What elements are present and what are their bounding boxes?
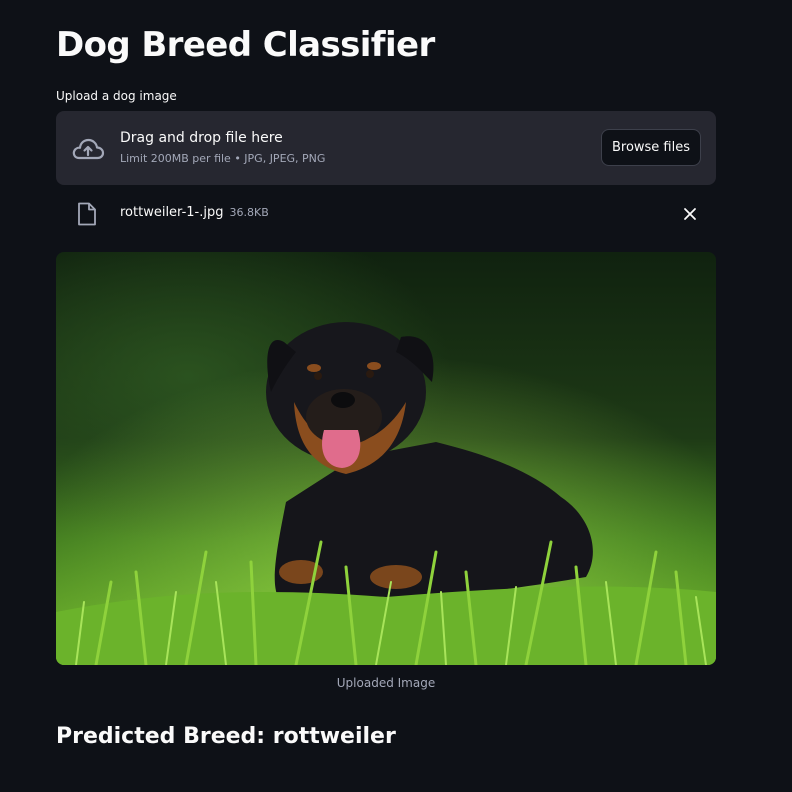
- uploaded-file-item: rottweiler-1-.jpg 36.8KB: [56, 196, 716, 232]
- close-icon[interactable]: [682, 206, 698, 222]
- uploader-label: Upload a dog image: [56, 89, 177, 103]
- dropzone-limit: Limit 200MB per file • JPG, JPEG, PNG: [120, 152, 326, 165]
- image-caption: Uploaded Image: [336, 676, 436, 690]
- uploaded-image: [56, 252, 716, 665]
- prediction-result: Predicted Breed: rottweiler: [56, 722, 396, 752]
- dog-photo: [56, 252, 716, 665]
- file-dropzone[interactable]: Drag and drop file here Limit 200MB per …: [56, 111, 716, 185]
- file-name: rottweiler-1-.jpg: [120, 205, 224, 220]
- prediction-prefix: Predicted Breed:: [56, 724, 273, 749]
- cloud-upload-icon: [72, 138, 105, 160]
- file-name-container: rottweiler-1-.jpg 36.8KB: [120, 204, 269, 222]
- dropzone-title: Drag and drop file here: [120, 130, 283, 146]
- file-icon: [78, 202, 96, 226]
- page-title: Dog Breed Classifier: [56, 25, 435, 65]
- browse-files-button[interactable]: Browse files: [601, 129, 701, 166]
- file-size: 36.8KB: [229, 206, 269, 219]
- predicted-breed: rottweiler: [272, 724, 396, 749]
- app-page: Dog Breed Classifier Upload a dog image …: [0, 0, 792, 792]
- dropzone-instructions: Drag and drop file here Limit 200MB per …: [120, 128, 325, 167]
